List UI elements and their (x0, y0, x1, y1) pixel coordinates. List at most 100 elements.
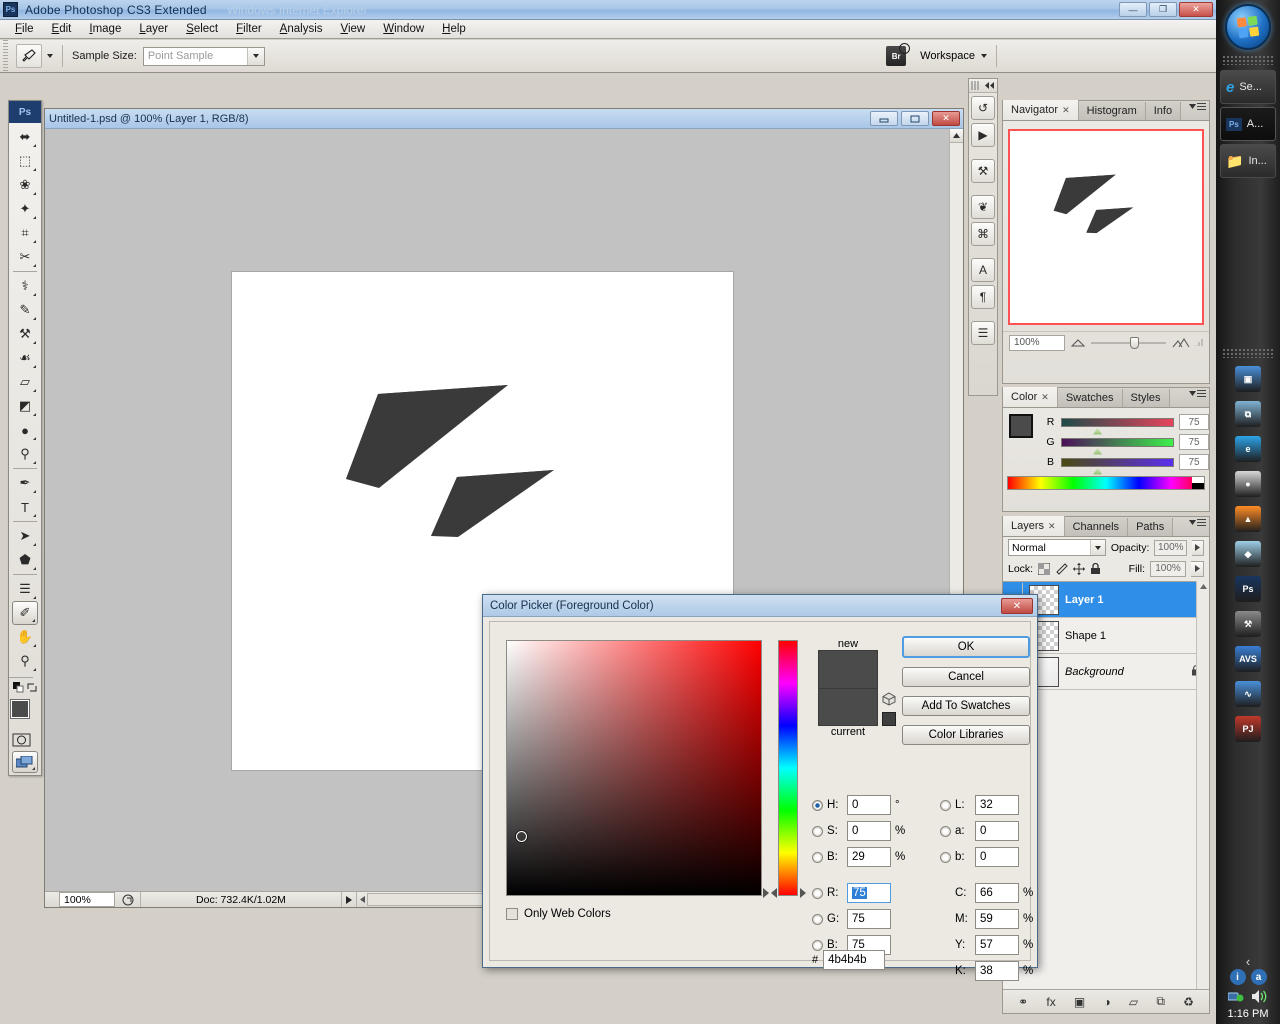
hscroll-left-icon[interactable] (357, 896, 367, 903)
clone-stamp-tool[interactable]: ⚒ (12, 322, 38, 346)
delete-layer-icon[interactable]: ♻ (1183, 995, 1194, 1009)
close-button[interactable]: ✕ (1179, 2, 1213, 17)
internet-explorer-icon[interactable]: e (1234, 435, 1262, 463)
shape-tool[interactable]: ⬟ (12, 548, 38, 572)
foreground-color-swatch[interactable] (1009, 414, 1033, 438)
menu-item-analysis[interactable]: Analysis (271, 21, 332, 37)
slice-tool[interactable]: ✂ (12, 245, 38, 269)
menu-item-view[interactable]: View (332, 21, 375, 37)
color-mode-radio[interactable] (940, 800, 951, 811)
dvd-icon[interactable]: ● (1234, 470, 1262, 498)
scroll-up-icon[interactable] (1200, 584, 1207, 589)
channel-value[interactable]: 75 (1179, 434, 1209, 450)
slider-thumb[interactable] (1093, 448, 1102, 455)
resize-grip-icon[interactable] (1196, 339, 1203, 346)
history-brush-tool[interactable]: ☙ (12, 346, 38, 370)
color-tab-color[interactable]: Color✕ (1003, 387, 1058, 407)
layer-comps-icon[interactable]: ☰ (971, 321, 995, 345)
adjustment-layer-icon[interactable]: ◑ (1103, 995, 1110, 1009)
navigator-zoom-field[interactable]: 100% (1009, 335, 1065, 351)
dock-header[interactable] (969, 79, 997, 93)
pj64-icon[interactable]: PJ (1234, 715, 1262, 743)
only-web-colors-checkbox[interactable] (506, 908, 518, 920)
field-input[interactable]: 32 (975, 795, 1019, 815)
close-icon[interactable]: ✕ (1048, 521, 1056, 532)
quick-mask-icon[interactable] (9, 731, 35, 749)
field-input[interactable]: 0 (975, 821, 1019, 841)
actions-icon[interactable]: ▶ (971, 123, 995, 147)
color-panel-swatches[interactable] (1009, 414, 1043, 446)
color-tab-styles[interactable]: Styles (1123, 389, 1170, 407)
panel-menu-button[interactable] (1189, 103, 1206, 110)
gradient-tool[interactable]: ◩ (12, 394, 38, 418)
color-swatches[interactable] (10, 699, 40, 729)
color-mode-radio[interactable] (812, 940, 823, 951)
magic-wand-tool[interactable]: ✦ (12, 197, 38, 221)
menu-item-select[interactable]: Select (177, 21, 227, 37)
field-marker[interactable] (516, 831, 527, 842)
eyedropper-tool[interactable]: ✐ (12, 601, 38, 625)
hex-input[interactable]: 4b4b4b (823, 950, 885, 970)
volume-icon[interactable] (1251, 989, 1269, 1004)
character-icon[interactable]: A (971, 258, 995, 282)
color-mode-radio[interactable] (812, 888, 823, 899)
amazon-tray-icon[interactable]: a (1251, 969, 1267, 985)
layer-mask-icon[interactable]: ▣ (1074, 995, 1085, 1009)
field-input[interactable]: 29 (847, 847, 891, 867)
current-color-swatch[interactable] (818, 688, 878, 726)
eraser-tool[interactable]: ▱ (12, 370, 38, 394)
field-input[interactable]: 59 (975, 909, 1019, 929)
pen-tool[interactable]: ✒ (12, 471, 38, 495)
zoom-out-icon[interactable] (1071, 339, 1085, 347)
scroll-up-button[interactable] (950, 129, 963, 143)
field-input[interactable]: 57 (975, 935, 1019, 955)
add-to-swatches-button[interactable]: Add To Swatches (902, 696, 1030, 716)
foreground-color-swatch[interactable] (10, 699, 30, 719)
brush-tool[interactable]: ✎ (12, 298, 38, 322)
screen-mode-icon[interactable] (12, 751, 38, 773)
options-bar-grip[interactable] (0, 40, 10, 73)
channel-slider-b[interactable] (1061, 458, 1174, 467)
menu-item-layer[interactable]: Layer (130, 21, 177, 37)
chevron-down-icon[interactable] (247, 48, 264, 65)
field-input[interactable]: 0 (847, 821, 891, 841)
out-of-gamut-icon[interactable] (882, 692, 896, 706)
slider-thumb[interactable] (1093, 468, 1102, 475)
status-menu-arrow-icon[interactable] (341, 892, 357, 907)
expand-dock-icon[interactable] (985, 82, 995, 89)
menu-item-image[interactable]: Image (80, 21, 130, 37)
info-tray-icon[interactable]: i (1230, 969, 1246, 985)
new-layer-icon[interactable]: ⧉ (1156, 994, 1165, 1009)
navigator-thumbnail[interactable] (1008, 129, 1204, 325)
taskbar-clock[interactable]: 1:16 PM (1216, 1008, 1280, 1020)
color-mode-radio[interactable] (812, 826, 823, 837)
layers-tab-channels[interactable]: Channels (1065, 518, 1128, 536)
channel-slider-r[interactable] (1061, 418, 1174, 427)
hand-tool[interactable]: ✋ (12, 625, 38, 649)
close-icon[interactable]: ✕ (1041, 392, 1049, 403)
menu-item-edit[interactable]: Edit (43, 21, 81, 37)
saturation-brightness-field[interactable] (506, 640, 762, 896)
color-libraries-button[interactable]: Color Libraries (902, 725, 1030, 745)
ok-button[interactable]: OK (902, 636, 1030, 658)
field-input[interactable]: 75 (847, 883, 891, 903)
field-input[interactable]: 38 (975, 961, 1019, 981)
lock-image-pixels-icon[interactable] (1055, 563, 1068, 575)
taskbar-grip-top[interactable] (1222, 55, 1274, 65)
dodge-tool[interactable]: ⚲ (12, 442, 38, 466)
lock-all-icon[interactable] (1090, 563, 1101, 575)
navigator-tab-navigator[interactable]: Navigator✕ (1003, 100, 1079, 120)
navigator-zoom-slider[interactable] (1091, 342, 1166, 344)
fill-stepper[interactable] (1191, 561, 1204, 577)
history-icon[interactable]: ↺ (971, 96, 995, 120)
start-button[interactable] (1225, 4, 1271, 50)
paragraph-icon[interactable]: ¶ (971, 285, 995, 309)
color-picker-close-button[interactable]: ✕ (1001, 598, 1033, 614)
menu-item-help[interactable]: Help (433, 21, 475, 37)
field-input[interactable]: 0 (975, 847, 1019, 867)
slider-thumb[interactable] (1130, 337, 1139, 349)
blur-tool[interactable]: ● (12, 418, 38, 442)
blend-mode-select[interactable]: Normal (1008, 539, 1106, 556)
workspace-button[interactable]: Workspace (920, 50, 987, 62)
lock-transparent-pixels-icon[interactable] (1038, 563, 1050, 575)
